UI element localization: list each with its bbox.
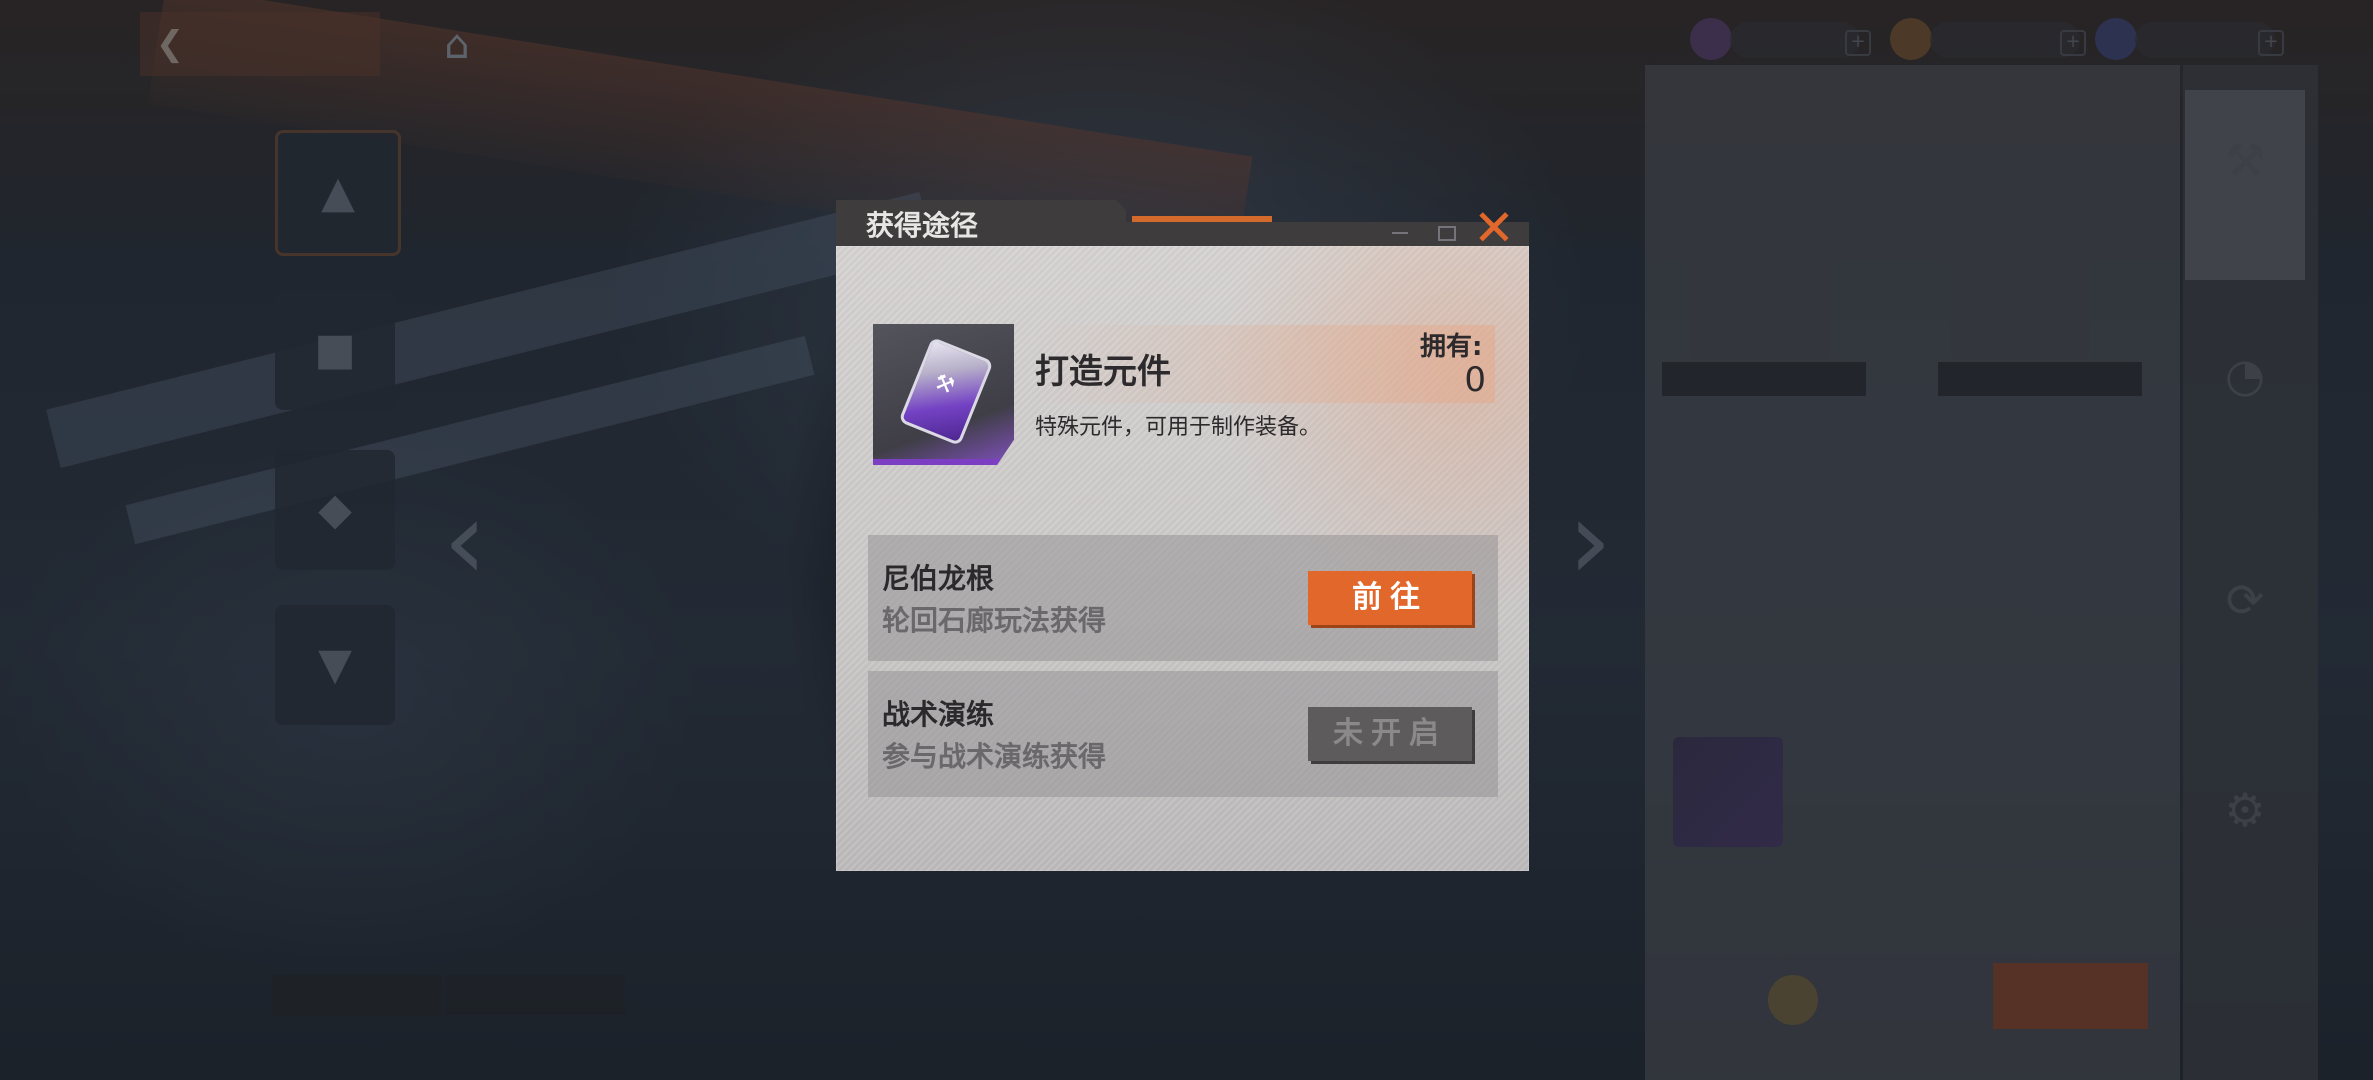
owned-count: 0 [1464, 360, 1486, 400]
locked-button[interactable]: 未开启 [1308, 707, 1472, 761]
close-x-icon[interactable]: ✕ [1472, 203, 1516, 253]
source-description: 轮回石廊玩法获得 [882, 604, 1107, 637]
item-icon-frame: ⚒ [873, 324, 1014, 465]
source-row: 尼伯龙根 轮回石廊玩法获得 前往 [868, 535, 1498, 661]
acquire-route-dialog: 获得途径 ✕ ⚒ 打造元件 特殊元件，可用于制作装备。 拥有: 0 尼伯龙根 轮… [836, 200, 1529, 871]
dialog-title-tab: 获得途径 [836, 200, 1126, 246]
dialog-body: ⚒ 打造元件 特殊元件，可用于制作装备。 拥有: 0 尼伯龙根 轮回石廊玩法获得… [836, 246, 1529, 871]
source-description: 参与战术演练获得 [882, 740, 1107, 773]
item-name: 打造元件 [1035, 352, 1171, 392]
dialog-title: 获得途径 [866, 209, 979, 242]
item-description: 特殊元件，可用于制作装备。 [1035, 415, 1322, 440]
source-name: 尼伯龙根 [882, 562, 995, 595]
goto-button[interactable]: 前往 [1308, 571, 1472, 625]
maximize-icon [1438, 226, 1456, 241]
source-name: 战术演练 [882, 698, 995, 731]
header-accent-strip [1132, 216, 1272, 222]
source-row: 战术演练 参与战术演练获得 未开启 [868, 671, 1498, 797]
minimize-icon [1392, 232, 1408, 234]
owned-label: 拥有: [1420, 332, 1483, 362]
